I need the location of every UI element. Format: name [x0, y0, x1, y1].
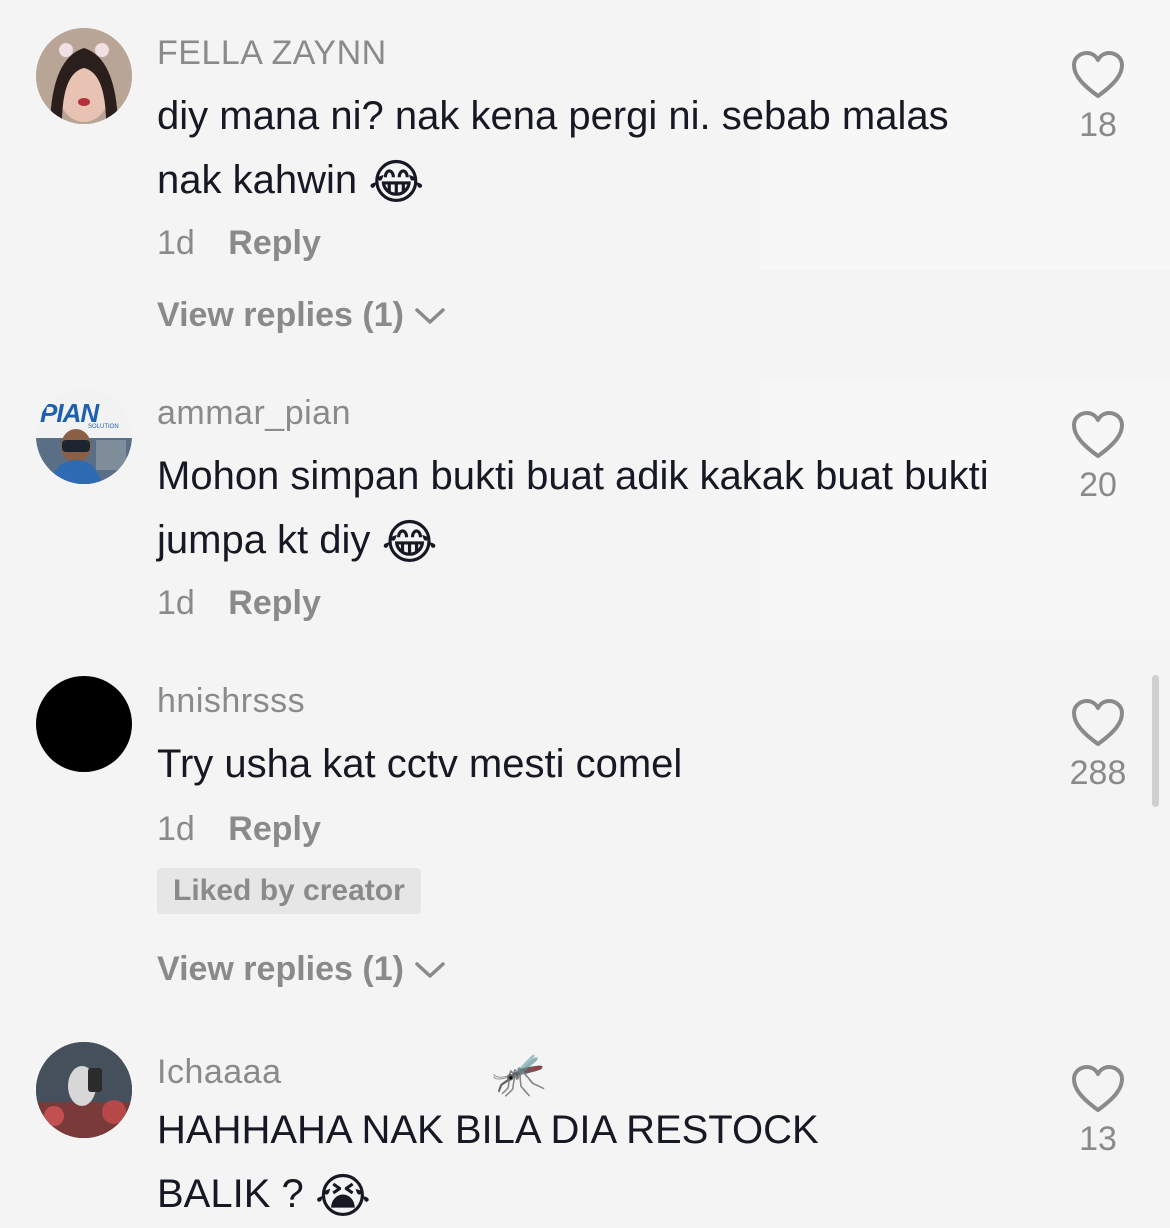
- crying-emoji: 😭: [314, 1168, 371, 1225]
- like-count: 20: [1079, 466, 1117, 504]
- comment-text: Try usha kat cctv mesti comel: [157, 732, 1017, 796]
- comment-username[interactable]: Ichaaaa 🦟: [157, 1048, 547, 1100]
- comment-time: 1d: [157, 584, 195, 622]
- laughing-tears-emoji: 😂: [381, 514, 438, 571]
- avatar[interactable]: PIAN SOLUTION: [36, 388, 132, 484]
- chevron-down-icon: [415, 961, 445, 978]
- avatar[interactable]: [36, 1042, 132, 1138]
- comment-text-body: Mohon simpan bukti buat adik kakak buat …: [157, 454, 989, 562]
- like-count: 13: [1079, 1120, 1117, 1158]
- comment-text: Mohon simpan bukti buat adik kakak buat …: [157, 444, 1017, 574]
- like-count: 288: [1069, 754, 1127, 792]
- view-replies-button[interactable]: View replies (1): [157, 950, 446, 989]
- comment-username-text: Ichaaaa: [157, 1052, 282, 1091]
- comment-time: 1d: [157, 810, 195, 848]
- comment-username[interactable]: FELLA ZAYNN: [157, 34, 387, 73]
- comment-text-body: Try usha kat cctv mesti comel: [157, 742, 683, 786]
- comment-text: HAHHAHA NAK BILA DIA RESTOCK BALIK ? 😭: [157, 1098, 877, 1228]
- heart-outline-icon: [1072, 699, 1124, 746]
- comment-meta: 1d Reply: [157, 584, 321, 623]
- like-button[interactable]: 13: [1060, 1064, 1136, 1159]
- heart-outline-icon: [1072, 411, 1124, 458]
- comment-username[interactable]: ammar_pian: [157, 394, 351, 433]
- comment-item: FELLA ZAYNN diy mana ni? nak kena pergi …: [0, 0, 1170, 360]
- avatar[interactable]: [36, 28, 132, 124]
- comment-item: Ichaaaa 🦟 HAHHAHA NAK BILA DIA RESTOCK B…: [0, 1014, 1170, 1224]
- view-replies-label: View replies (1): [157, 296, 404, 334]
- view-replies-label: View replies (1): [157, 950, 404, 988]
- laughing-tears-emoji: 😂: [368, 154, 425, 211]
- comment-time: 1d: [157, 224, 195, 262]
- comment-meta: 1d Reply: [157, 810, 321, 849]
- comment-item: PIAN SOLUTION ammar_pian Mohon simpan bu…: [0, 360, 1170, 660]
- comment-text-body: HAHHAHA NAK BILA DIA RESTOCK BALIK ?: [157, 1108, 819, 1216]
- like-button[interactable]: 20: [1060, 410, 1136, 505]
- like-button[interactable]: 18: [1060, 50, 1136, 145]
- liked-by-creator-badge: Liked by creator: [157, 868, 421, 914]
- mosquito-emoji: 🦟: [491, 1049, 547, 1100]
- like-button[interactable]: 288: [1056, 698, 1140, 793]
- like-count: 18: [1079, 106, 1117, 144]
- heart-outline-icon: [1072, 51, 1124, 98]
- view-replies-button[interactable]: View replies (1): [157, 296, 446, 335]
- chevron-down-icon: [415, 307, 445, 324]
- comment-item: hnishrsss Try usha kat cctv mesti comel …: [0, 648, 1170, 1028]
- avatar[interactable]: [36, 676, 132, 772]
- comment-text-body: diy mana ni? nak kena pergi ni. sebab ma…: [157, 94, 949, 202]
- reply-button[interactable]: Reply: [228, 224, 321, 262]
- comment-text: diy mana ni? nak kena pergi ni. sebab ma…: [157, 84, 1017, 214]
- reply-button[interactable]: Reply: [228, 810, 321, 848]
- reply-button[interactable]: Reply: [228, 584, 321, 622]
- comment-meta: 1d Reply: [157, 224, 321, 263]
- scrollbar[interactable]: [1152, 675, 1159, 807]
- heart-outline-icon: [1072, 1065, 1124, 1112]
- avatar-logo-subtext: SOLUTION: [88, 424, 119, 430]
- comment-username[interactable]: hnishrsss: [157, 682, 305, 721]
